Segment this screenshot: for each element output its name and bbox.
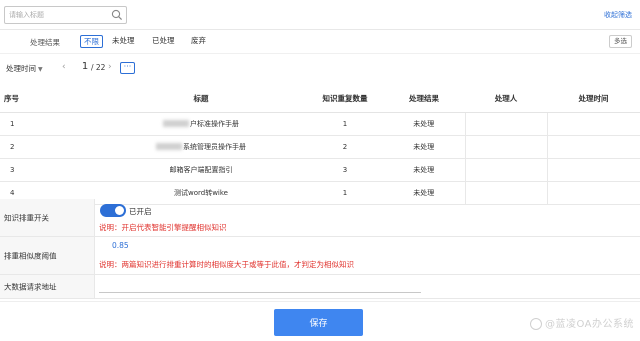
cell-result: 未处理 [383, 112, 466, 136]
col-time: 处理时间 [547, 86, 640, 113]
threshold-input[interactable]: 0.85 [112, 241, 129, 250]
title-text: 测试word转wike [174, 188, 228, 197]
filter-option-discarded[interactable]: 废弃 [188, 35, 209, 48]
more-pages-button[interactable]: ··· [120, 62, 135, 74]
search-icon[interactable] [111, 9, 123, 21]
cell-index: 1 [0, 112, 95, 136]
cell-time [547, 135, 640, 159]
pagination-bar: 处理时间 ▼ ‹ 1 / 22 › ··· [0, 54, 640, 82]
col-handler: 处理人 [465, 86, 547, 113]
table-row[interactable]: 1 户标准操作手册 1 未处理 [0, 112, 640, 136]
col-index: 序号 [0, 86, 95, 113]
title-text: 系统管理员操作手册 [183, 142, 246, 151]
sort-dropdown[interactable]: 处理时间 ▼ [6, 63, 43, 74]
filter-label: 处理结果 [30, 38, 60, 47]
cell-index: 2 [0, 135, 95, 159]
footer-bar: 保存 @蓝凌OA办公系统 [0, 301, 640, 341]
brand-logo-icon [529, 318, 542, 330]
filter-bar: 处理结果 不限 未处理 已处理 废弃 多选 [0, 30, 640, 54]
col-duplicate-count: 知识重复数量 [307, 86, 383, 113]
cell-result: 未处理 [383, 135, 466, 159]
dedupe-note: 说明：开启代表智能引擎提醒相似知识 [99, 223, 227, 232]
filter-option-processed[interactable]: 已处理 [149, 35, 178, 48]
cell-duplicate-count: 1 [307, 112, 383, 136]
filter-option-unlimited[interactable]: 不限 [80, 35, 103, 48]
multi-select-button[interactable]: 多选 [609, 35, 632, 48]
bigdata-url-input[interactable] [99, 292, 421, 293]
table-header-row: 序号 标题 知识重复数量 处理结果 处理人 处理时间 [0, 86, 640, 113]
col-title: 标题 [95, 86, 307, 113]
col-result: 处理结果 [383, 86, 465, 113]
redacted-text [156, 143, 182, 150]
bigdata-url-label: 大数据请求地址 [0, 275, 95, 298]
threshold-note: 说明：两篇知识进行排重计算时的相似度大于或等于此值，才判定为相似知识 [99, 260, 354, 269]
redacted-text [163, 120, 189, 127]
cell-result: 未处理 [383, 158, 466, 182]
title-text: 邮箱客户端配置指引 [169, 165, 233, 174]
cell-duplicate-count: 2 [307, 135, 383, 159]
watermark-text: @蓝凌OA办公系统 [544, 319, 634, 330]
cell-duplicate-count: 3 [307, 158, 383, 182]
save-button[interactable]: 保存 [274, 309, 363, 336]
next-page-icon[interactable]: › [108, 62, 112, 72]
search-input[interactable] [5, 7, 109, 23]
dedupe-toggle[interactable] [100, 204, 126, 217]
prev-page-icon[interactable]: ‹ [62, 62, 66, 72]
dedupe-switch-row: 知识排重开关 已开启 说明：开启代表智能引擎提醒相似知识 [0, 199, 640, 237]
watermark: @蓝凌OA办公系统 [529, 315, 634, 330]
collapse-filter-link[interactable]: 收起筛选 [604, 10, 632, 20]
cell-time [547, 112, 640, 136]
title-text: 户标准操作手册 [190, 119, 239, 128]
knowledge-table: 序号 标题 知识重复数量 处理结果 处理人 处理时间 1 户标准操作手册 1 未… [0, 86, 640, 205]
caret-down-icon: ▼ [38, 66, 43, 73]
cell-time [547, 158, 640, 182]
dedupe-switch-label: 知识排重开关 [0, 199, 95, 236]
toggle-knob [115, 206, 124, 215]
cell-handler [465, 135, 548, 159]
bigdata-url-row: 大数据请求地址 [0, 275, 640, 299]
cell-title[interactable]: 邮箱客户端配置指引 [95, 158, 307, 182]
cell-index: 3 [0, 158, 95, 182]
total-pages: / 22 [91, 63, 106, 72]
table-row[interactable]: 2 系统管理员操作手册 2 未处理 [0, 135, 640, 159]
top-bar: 收起筛选 [0, 0, 640, 30]
table-row[interactable]: 3 邮箱客户端配置指引 3 未处理 [0, 158, 640, 182]
filter-option-unprocessed[interactable]: 未处理 [109, 35, 138, 48]
cell-handler [465, 158, 548, 182]
current-page[interactable]: 1 [78, 61, 92, 72]
settings-form: 知识排重开关 已开启 说明：开启代表智能引擎提醒相似知识 排重相似度阈值 0.8… [0, 199, 640, 299]
dedupe-state: 已开启 [129, 207, 152, 216]
cell-handler [465, 112, 548, 136]
sort-label: 处理时间 [6, 64, 36, 73]
cell-title[interactable]: 户标准操作手册 [95, 112, 307, 136]
threshold-label: 排重相似度阈值 [0, 237, 95, 274]
cell-title[interactable]: 系统管理员操作手册 [95, 135, 307, 159]
threshold-row: 排重相似度阈值 0.85 说明：两篇知识进行排重计算时的相似度大于或等于此值，才… [0, 237, 640, 275]
search-box[interactable] [4, 6, 127, 24]
